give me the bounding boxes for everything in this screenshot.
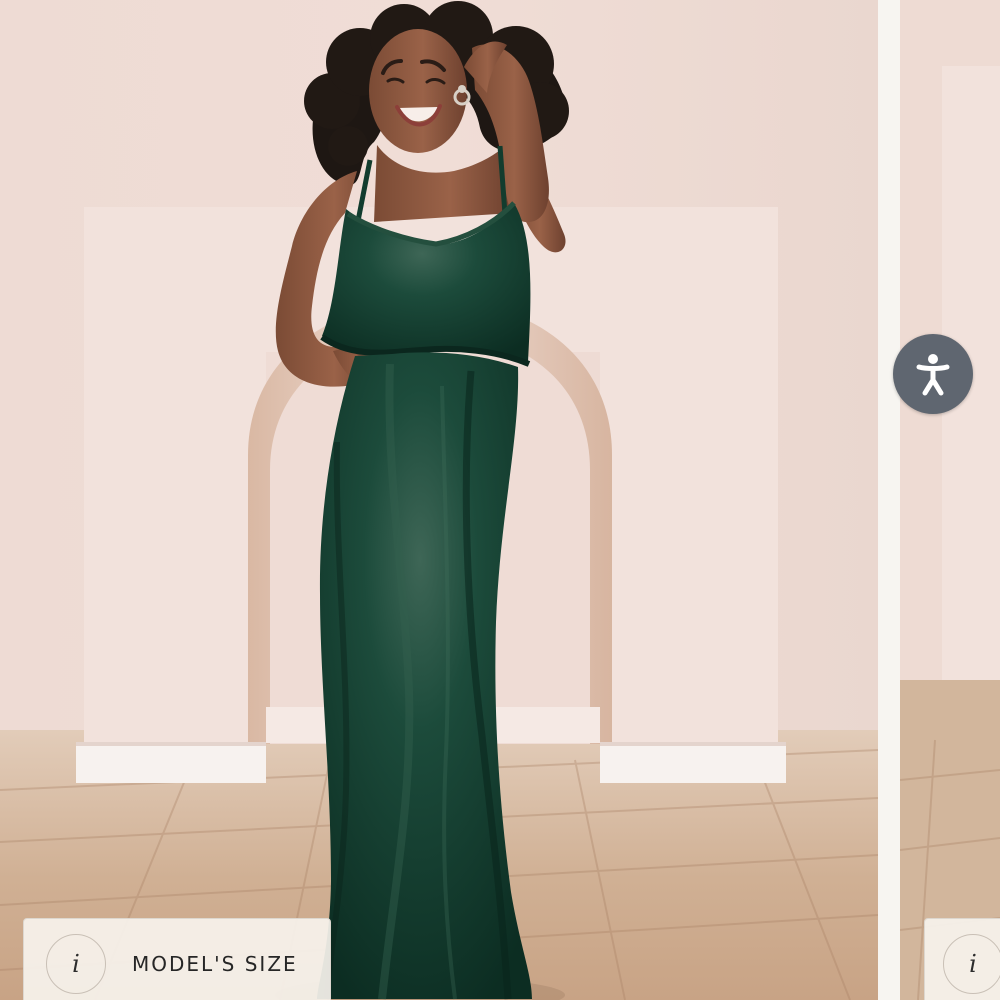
next-product-image-slide[interactable] [900, 0, 1000, 1000]
accessibility-button[interactable] [893, 334, 973, 414]
next-product-image-preview [900, 0, 1000, 1000]
product-image-carousel[interactable]: i MODEL'S SIZE i [0, 0, 1000, 1000]
accessibility-person-icon [916, 354, 950, 396]
main-product-image [0, 0, 878, 1000]
main-product-image-slide[interactable] [0, 0, 878, 1000]
info-icon: i [943, 934, 1000, 994]
models-size-button[interactable]: i MODEL'S SIZE [23, 918, 331, 1000]
info-icon: i [46, 934, 106, 994]
models-size-label: MODEL'S SIZE [132, 952, 298, 976]
next-models-size-button[interactable]: i [924, 918, 1000, 1000]
